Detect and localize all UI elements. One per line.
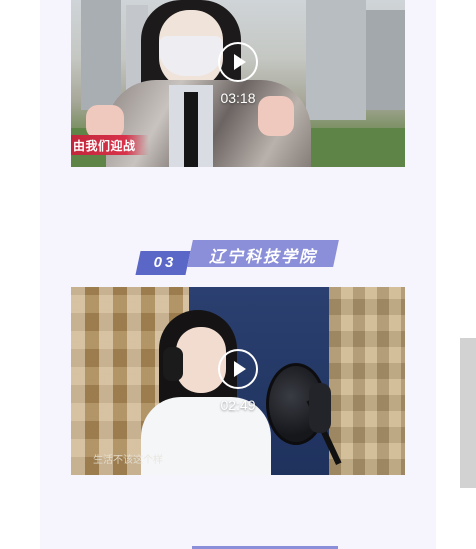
play-icon — [234, 361, 246, 377]
school-name: 辽宁科技学院 — [208, 247, 317, 266]
play-icon — [234, 54, 246, 70]
video-card-2[interactable]: 生活不该这个样 02:49 — [71, 287, 405, 475]
play-button-2[interactable] — [218, 349, 258, 389]
section-heading: 03 辽宁科技学院 — [135, 240, 339, 276]
video-duration-1: 03:18 — [220, 90, 256, 106]
video-caption-2: 生活不该这个样 — [93, 455, 163, 466]
video-card-1[interactable]: 由我们迎战 03:18 — [71, 0, 405, 167]
scrollbar-thumb[interactable] — [460, 338, 476, 488]
play-button-1[interactable] — [218, 42, 258, 82]
video-thumbnail-1: 由我们迎战 — [71, 0, 405, 167]
video-duration-2: 02:49 — [220, 397, 256, 413]
section-number: 03 — [153, 254, 177, 271]
video-caption-1: 由我们迎战 — [73, 139, 136, 153]
